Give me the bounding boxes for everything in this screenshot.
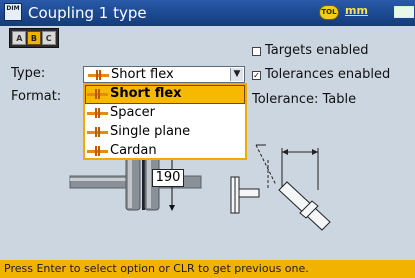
single-plane-coupling-icon <box>87 127 108 137</box>
option-label: Spacer <box>110 105 155 120</box>
dimension-value-box[interactable]: 190 <box>152 169 184 187</box>
shaft-left <box>69 175 127 189</box>
dropdown-option-single-plane[interactable]: Single plane <box>85 123 245 142</box>
option-label: Single plane <box>110 124 191 139</box>
dropdown-option-short-flex[interactable]: Short flex <box>85 85 245 104</box>
coupling-type-dropdown: Short flex Spacer Single plane Cardan <box>83 83 247 160</box>
cardan-coupling-icon <box>87 146 108 156</box>
sketch-shaft-angled <box>278 181 331 231</box>
dropdown-option-spacer[interactable]: Spacer <box>85 104 245 123</box>
dropdown-option-cardan[interactable]: Cardan <box>85 142 245 161</box>
dimension-value: 190 <box>155 170 181 185</box>
option-label: Short flex <box>110 86 182 101</box>
short-flex-coupling-icon <box>87 89 108 99</box>
status-hint: Press Enter to select option or CLR to g… <box>0 260 415 278</box>
option-label: Cardan <box>110 143 157 158</box>
spacer-coupling-icon <box>87 108 108 118</box>
